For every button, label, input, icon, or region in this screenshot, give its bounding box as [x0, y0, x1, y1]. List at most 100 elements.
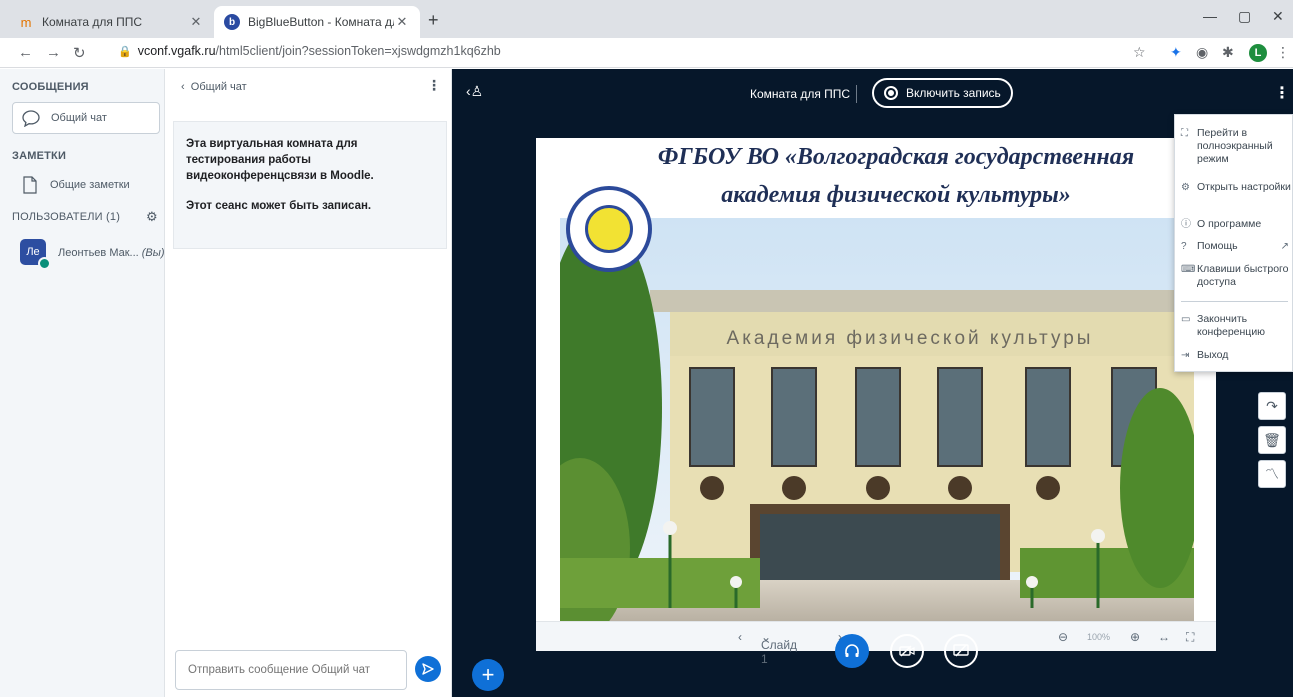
public-chat-item[interactable]: Общий чат — [12, 102, 160, 134]
maximize-icon[interactable]: ▢ — [1238, 8, 1251, 25]
browser-menu-icon[interactable]: ⋮ — [1276, 44, 1290, 61]
close-tab-icon[interactable]: ✕ — [188, 14, 204, 30]
screen-share-off-icon — [953, 644, 969, 657]
forward-icon[interactable]: → — [46, 44, 61, 61]
moodle-favicon-icon: m — [20, 14, 32, 30]
browser-tab-bbb[interactable]: b BigBlueButton - Комната для ПП ✕ — [214, 6, 420, 38]
reload-icon[interactable]: ↻ — [73, 44, 86, 62]
menu-item-end-meeting[interactable]: ▭ Закончить конференцию — [1181, 313, 1291, 339]
new-tab-button[interactable]: + — [428, 10, 439, 31]
extensions-puzzle-icon[interactable]: ✱ — [1222, 44, 1234, 61]
actions-add-button[interactable]: + — [472, 659, 504, 691]
public-chat-label: Общий чат — [51, 112, 107, 124]
menu-item-about[interactable]: ⓘ О программе — [1181, 218, 1291, 231]
headphones-icon — [845, 644, 859, 657]
presentation-area: ‹♙ Комната для ППС Включить запись ⋮ ФГБ… — [452, 69, 1293, 697]
chat-message-input[interactable] — [175, 650, 407, 690]
options-menu-icon[interactable]: ⋮ — [1274, 83, 1290, 103]
headphones-audio-button[interactable] — [835, 634, 869, 668]
help-icon: ? — [1181, 241, 1187, 252]
user-avatar[interactable]: Ле — [20, 239, 51, 270]
notes-page-icon — [20, 175, 40, 195]
end-meeting-icon: ▭ — [1181, 314, 1191, 325]
you-label: (Вы) — [141, 247, 165, 259]
start-recording-button[interactable]: Включить запись — [872, 78, 1013, 108]
zoom-level: 100% — [1087, 632, 1111, 642]
info-icon: ⓘ — [1181, 219, 1191, 230]
minimize-icon[interactable]: — — [1203, 8, 1217, 24]
academy-seal-logo — [566, 186, 652, 272]
settings-icon: ⚙ — [1181, 182, 1190, 193]
user-list-panel: СООБЩЕНИЯ Общий чат ЗАМЕТКИ Общие заметк… — [0, 69, 165, 697]
share-screen-button[interactable] — [944, 634, 978, 668]
close-tab-icon[interactable]: ✕ — [394, 14, 410, 30]
menu-item-fullscreen[interactable]: ⛶ Перейти в полноэкранный режим — [1181, 127, 1291, 166]
slide-selector[interactable]: Слайд 1 ⌄ — [761, 630, 797, 666]
previous-slide-button[interactable]: ‹ — [738, 630, 742, 644]
browser-tabbar: m Комната для ППС ✕ b BigBlueButton - Ко… — [0, 0, 1293, 38]
multi-user-drawing-icon[interactable]: 〽 — [1258, 460, 1286, 488]
zoom-out-icon[interactable]: ⊖ — [1058, 630, 1068, 644]
webcam-off-icon — [899, 645, 915, 657]
title-separator — [856, 85, 857, 103]
slide-title: ФГБОУ ВО «Волгоградская государственная … — [616, 138, 1176, 214]
menu-item-label: Помощь — [1197, 240, 1238, 252]
fit-width-icon[interactable]: ↔ — [1158, 630, 1170, 644]
user-initials: Ле — [26, 246, 40, 258]
fullscreen-slide-icon[interactable]: ⛶ — [1186, 630, 1194, 645]
notes-header: ЗАМЕТКИ — [12, 150, 67, 162]
fullscreen-icon: ⛶ — [1181, 128, 1188, 139]
zoom-in-icon[interactable]: ⊕ — [1130, 630, 1140, 644]
bookmark-star-icon[interactable]: ☆ — [1133, 44, 1146, 61]
redo-icon[interactable]: ↷ — [1258, 392, 1286, 420]
record-label: Включить запись — [906, 86, 1001, 100]
messages-header: СООБЩЕНИЯ — [12, 81, 89, 93]
slide-title-line2: академия физической культуры» — [721, 182, 1071, 208]
menu-item-label: О программе — [1197, 218, 1262, 230]
menu-item-label: Клавиши быстрого доступа — [1197, 263, 1289, 288]
chat-panel: ‹ Общий чат ⋮ Эта виртуальная комната дл… — [165, 69, 452, 697]
shared-notes-label: Общие заметки — [50, 179, 130, 191]
slide-title-line1: ФГБОУ ВО «Волгоградская государственная — [657, 144, 1135, 170]
menu-item-help[interactable]: ? Помощь ↗ — [1181, 240, 1291, 253]
record-icon — [884, 86, 898, 100]
keyboard-icon: ⌨ — [1181, 264, 1196, 275]
url-host: vconf.vgafk.ru — [137, 44, 216, 58]
menu-item-label: Выход — [1197, 349, 1229, 361]
url-field[interactable]: 🔒 vconf.vgafk.ru/html5client/join?session… — [118, 44, 501, 58]
room-title: Комната для ППС — [750, 87, 851, 101]
users-header: ПОЛЬЗОВАТЕЛИ (1) — [12, 211, 121, 223]
menu-item-logout[interactable]: ⇥ Выход — [1181, 349, 1291, 362]
menu-item-hotkeys[interactable]: ⌨ Клавиши быстрого доступа — [1181, 263, 1291, 289]
menu-item-label: Перейти в полноэкранный режим — [1197, 127, 1273, 165]
menu-item-settings[interactable]: ⚙ Открыть настройки — [1181, 181, 1291, 194]
chat-options-icon[interactable]: ⋮ — [427, 77, 441, 94]
menu-item-label: Закончить конференцию — [1197, 313, 1266, 338]
camera-extension-icon[interactable]: ◉ — [1196, 44, 1208, 61]
slide-controls: ‹ Слайд 1 ⌄ › ⊖ 100% ⊕ ↔ ⛶ — [536, 621, 1216, 666]
recording-notice: Этот сеанс может быть записан. — [186, 200, 372, 212]
user-name[interactable]: Леонтьев Мак... (Вы) — [58, 247, 165, 259]
options-dropdown-menu: ⛶ Перейти в полноэкранный режим ⚙ Открыт… — [1174, 114, 1293, 372]
send-message-button[interactable] — [415, 656, 441, 682]
slide-label: Слайд 1 — [761, 638, 798, 666]
share-webcam-button[interactable] — [890, 634, 924, 668]
clear-all-trash-icon[interactable]: 🗑 — [1258, 426, 1286, 454]
external-link-icon: ↗ — [1280, 241, 1289, 252]
building-sign: Академия физической культуры — [727, 328, 1094, 349]
tab-title: Комната для ППС — [42, 15, 143, 29]
welcome-text: Эта виртуальная комната для тестирования… — [186, 138, 374, 182]
extension-pin-icon[interactable]: ✦ — [1170, 44, 1182, 61]
chat-back-button[interactable]: ‹ Общий чат — [181, 81, 247, 93]
shared-notes-item[interactable]: Общие заметки — [12, 169, 160, 201]
users-settings-gear-icon[interactable]: ⚙ — [146, 209, 158, 225]
close-window-icon[interactable]: ✕ — [1272, 8, 1284, 25]
lock-icon: 🔒 — [118, 46, 132, 58]
chat-bubble-icon — [21, 108, 41, 128]
browser-tab-ppc[interactable]: m Комната для ППС ✕ — [8, 6, 214, 38]
back-icon[interactable]: ← — [18, 44, 33, 61]
profile-avatar[interactable]: L — [1249, 44, 1267, 62]
toggle-userlist-icon[interactable]: ‹♙ — [466, 83, 483, 100]
building-photo: Академия физической культуры — [560, 218, 1194, 621]
bbb-favicon-icon: b — [224, 14, 240, 30]
